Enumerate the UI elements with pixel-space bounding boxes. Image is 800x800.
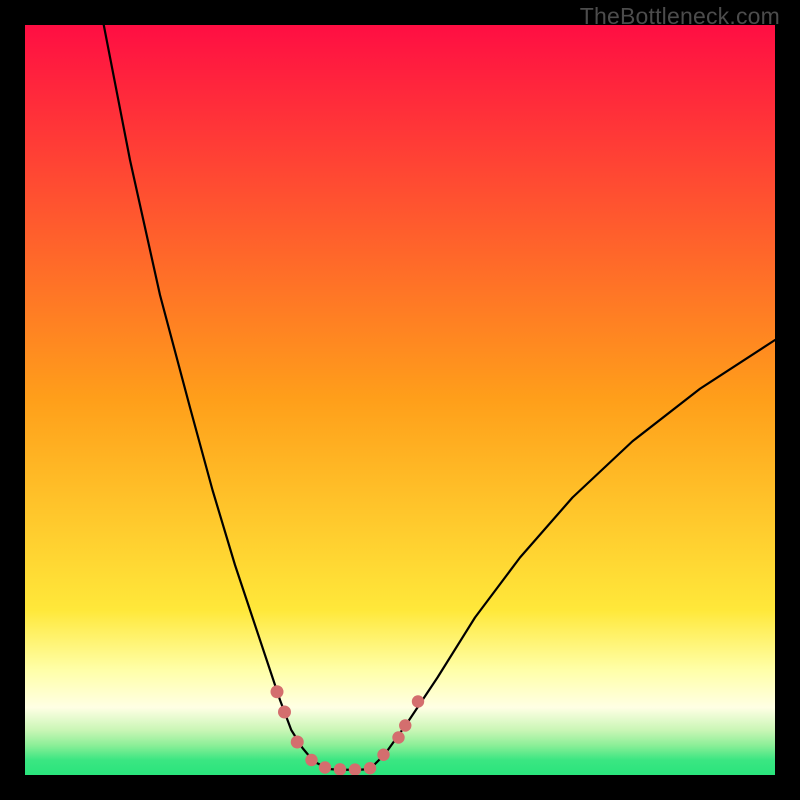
- data-marker: [392, 731, 404, 743]
- bottleneck-chart: [25, 25, 775, 775]
- data-marker: [364, 762, 376, 774]
- data-marker: [412, 695, 424, 707]
- data-marker: [399, 719, 411, 731]
- chart-frame: [25, 25, 775, 775]
- data-marker: [319, 761, 331, 773]
- gradient-background: [25, 25, 775, 775]
- data-marker: [271, 685, 284, 698]
- data-marker: [291, 736, 304, 749]
- data-marker: [305, 754, 317, 766]
- data-marker: [334, 763, 346, 775]
- data-marker: [278, 706, 291, 719]
- data-marker: [377, 749, 389, 761]
